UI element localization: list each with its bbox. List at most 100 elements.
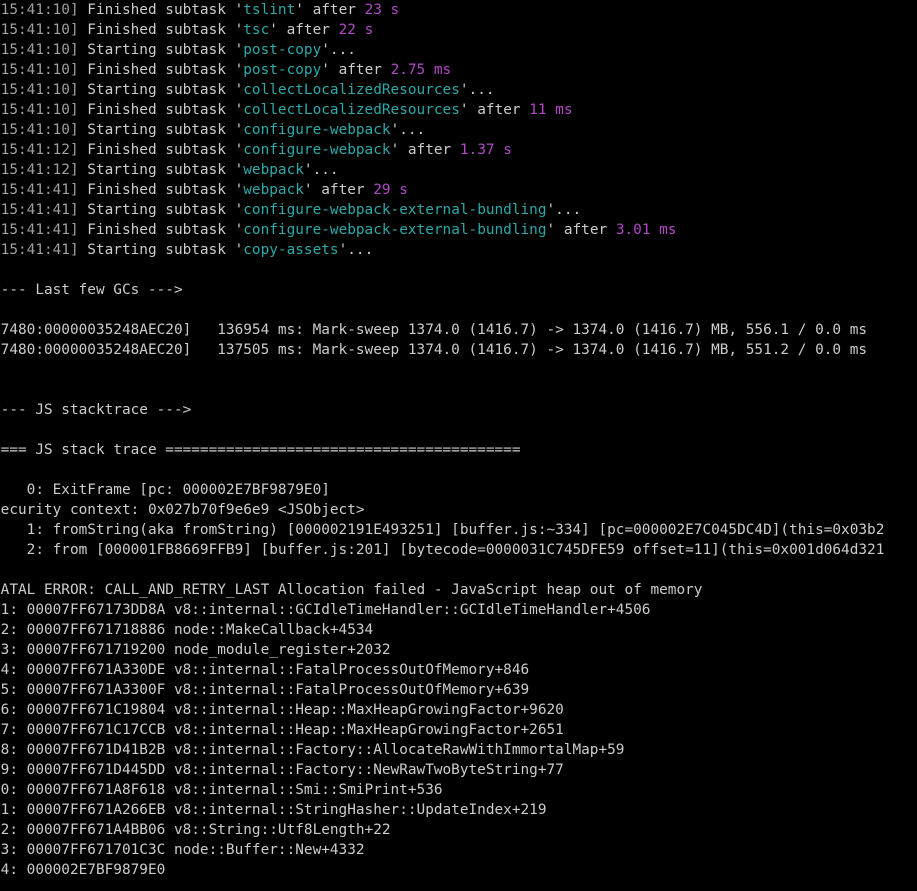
log-text: 11: 00007FF671A266EB v8::internal::Strin… <box>0 802 547 818</box>
log-text: '... <box>303 162 339 178</box>
log-text: 6: 00007FF671C19804 v8::internal::Heap::… <box>0 702 564 718</box>
terminal-line: [15:41:10] Finished subtask 'tsc' after … <box>0 20 917 40</box>
task-name-text: collectLocalizedResources <box>243 102 460 118</box>
terminal-line: [15:41:10] Starting subtask 'post-copy'.… <box>0 40 917 60</box>
log-text: '... <box>390 122 426 138</box>
task-name-text: post-copy <box>243 42 322 58</box>
terminal-line: 5: 00007FF671A3300F v8::internal::FatalP… <box>0 680 917 700</box>
log-text: 8: 00007FF671D41B2B v8::internal::Factor… <box>0 742 625 758</box>
terminal-line: 7: 00007FF671C17CCB v8::internal::Heap::… <box>0 720 917 740</box>
task-name-text: tslint <box>243 2 296 18</box>
terminal-line: [15:41:41] Starting subtask 'copy-assets… <box>0 240 917 260</box>
terminal-line: 12: 00007FF671A4BB06 v8::String::Utf8Len… <box>0 820 917 840</box>
log-text: Starting subtask ' <box>78 202 244 218</box>
terminal-output[interactable]: [15:41:10] Finished subtask 'tslint' aft… <box>0 0 917 891</box>
log-text: 7: 00007FF671C17CCB v8::internal::Heap::… <box>0 722 564 738</box>
log-text: 3: 00007FF671719200 node_module_register… <box>0 642 391 658</box>
log-text: <--- Last few GCs ---> <box>0 282 183 298</box>
timestamp-text: [15:41:10] <box>0 122 79 138</box>
terminal-line: [15:41:41] Starting subtask 'configure-w… <box>0 200 917 220</box>
terminal-line: [15:41:10] Starting subtask 'collectLoca… <box>0 80 917 100</box>
terminal-line: 13: 00007FF671701C3C node::Buffer::New+4… <box>0 840 917 860</box>
log-text: ==== JS stack trace ====================… <box>0 442 521 458</box>
log-text: 14: 000002E7BF9879E0 <box>0 862 166 878</box>
log-text: Starting subtask ' <box>78 42 244 58</box>
log-text: Finished subtask ' <box>78 22 244 38</box>
terminal-line: 9: 00007FF671D445DD v8::internal::Factor… <box>0 760 917 780</box>
timestamp-text: [15:41:10] <box>0 102 79 118</box>
timestamp-text: [15:41:41] <box>0 222 79 238</box>
duration-text: 23 s <box>364 2 400 18</box>
task-name-text: webpack <box>243 182 304 198</box>
terminal-line: 10: 00007FF671A8F618 v8::internal::Smi::… <box>0 780 917 800</box>
log-text: ' after <box>459 102 530 118</box>
log-text: 1: fromString(aka fromString) [000002191… <box>0 522 885 538</box>
log-text: Finished subtask ' <box>78 62 244 78</box>
terminal-line: 1: fromString(aka fromString) [000002191… <box>0 520 917 540</box>
log-text: ' after <box>269 22 339 38</box>
duration-text: 1.37 s <box>459 142 512 158</box>
timestamp-text: [15:41:41] <box>0 242 79 258</box>
terminal-line: 1: 00007FF67173DD8A v8::internal::GCIdle… <box>0 600 917 620</box>
terminal-line: [15:41:10] Finished subtask 'post-copy' … <box>0 60 917 80</box>
terminal-line: [15:41:41] Finished subtask 'webpack' af… <box>0 180 917 200</box>
timestamp-text: [15:41:12] <box>0 162 79 178</box>
task-name-text: copy-assets <box>243 242 339 258</box>
timestamp-text: [15:41:10] <box>0 82 79 98</box>
task-name-text: tsc <box>243 22 270 38</box>
log-text: 10: 00007FF671A8F618 v8::internal::Smi::… <box>0 782 443 798</box>
timestamp-text: [15:41:10] <box>0 2 79 18</box>
terminal-line: 3: 00007FF671719200 node_module_register… <box>0 640 917 660</box>
log-text: Finished subtask ' <box>78 102 244 118</box>
log-text: 1: 00007FF67173DD8A v8::internal::GCIdle… <box>0 602 651 618</box>
terminal-line: 0: ExitFrame [pc: 000002E7BF9879E0] <box>0 480 917 500</box>
log-text: ' after <box>303 182 374 198</box>
log-text: FATAL ERROR: CALL_AND_RETRY_LAST Allocat… <box>0 582 703 598</box>
log-text: 2: 00007FF671718886 node::MakeCallback+4… <box>0 622 374 638</box>
log-text: 13: 00007FF671701C3C node::Buffer::New+4… <box>0 842 365 858</box>
log-text: Finished subtask ' <box>78 182 244 198</box>
log-text: 2: from [000001FB8669FFB9] [buffer.js:20… <box>0 542 885 558</box>
log-text: Finished subtask ' <box>78 222 244 238</box>
task-name-text: configure-webpack-external-bundling <box>243 202 547 218</box>
timestamp-text: [15:41:10] <box>0 22 79 38</box>
terminal-line: [15:41:41] Finished subtask 'configure-w… <box>0 220 917 240</box>
log-text: '... <box>321 42 356 58</box>
terminal-line: [7480:00000035248AEC20] 137505 ms: Mark-… <box>0 340 917 360</box>
log-text: ' after <box>295 2 365 18</box>
log-text: [7480:00000035248AEC20] 136954 ms: Mark-… <box>0 322 868 338</box>
terminal-line: [15:41:10] Starting subtask 'configure-w… <box>0 120 917 140</box>
log-text: Starting subtask ' <box>78 82 244 98</box>
log-text: Security context: 0x027b70f9e6e9 <JSObje… <box>0 502 365 518</box>
terminal-line: FATAL ERROR: CALL_AND_RETRY_LAST Allocat… <box>0 580 917 600</box>
log-text: Finished subtask ' <box>78 142 244 158</box>
task-name-text: configure-webpack <box>243 122 391 138</box>
terminal-line: [15:41:10] Finished subtask 'collectLoca… <box>0 100 917 120</box>
terminal-line: 8: 00007FF671D41B2B v8::internal::Factor… <box>0 740 917 760</box>
log-text: 9: 00007FF671D445DD v8::internal::Factor… <box>0 762 564 778</box>
terminal-line: ==== JS stack trace ====================… <box>0 440 917 460</box>
log-text: '... <box>546 202 582 218</box>
terminal-line: <--- Last few GCs ---> <box>0 280 917 300</box>
terminal-line: [7480:00000035248AEC20] 136954 ms: Mark-… <box>0 320 917 340</box>
terminal-line: 2: 00007FF671718886 node::MakeCallback+4… <box>0 620 917 640</box>
timestamp-text: [15:41:41] <box>0 182 79 198</box>
log-text: '... <box>459 82 495 98</box>
log-text: ' after <box>321 62 391 78</box>
log-text: 5: 00007FF671A3300F v8::internal::FatalP… <box>0 682 530 698</box>
timestamp-text: [15:41:12] <box>0 142 79 158</box>
log-text: <--- JS stacktrace ---> <box>0 402 192 418</box>
duration-text: 2.75 ms <box>390 62 452 78</box>
log-text: 0: ExitFrame [pc: 000002E7BF9879E0] <box>0 482 330 498</box>
log-text: Starting subtask ' <box>78 242 244 258</box>
timestamp-text: [15:41:41] <box>0 202 79 218</box>
duration-text: 22 s <box>338 22 374 38</box>
log-text: Starting subtask ' <box>78 122 244 138</box>
task-name-text: configure-webpack-external-bundling <box>243 222 547 238</box>
